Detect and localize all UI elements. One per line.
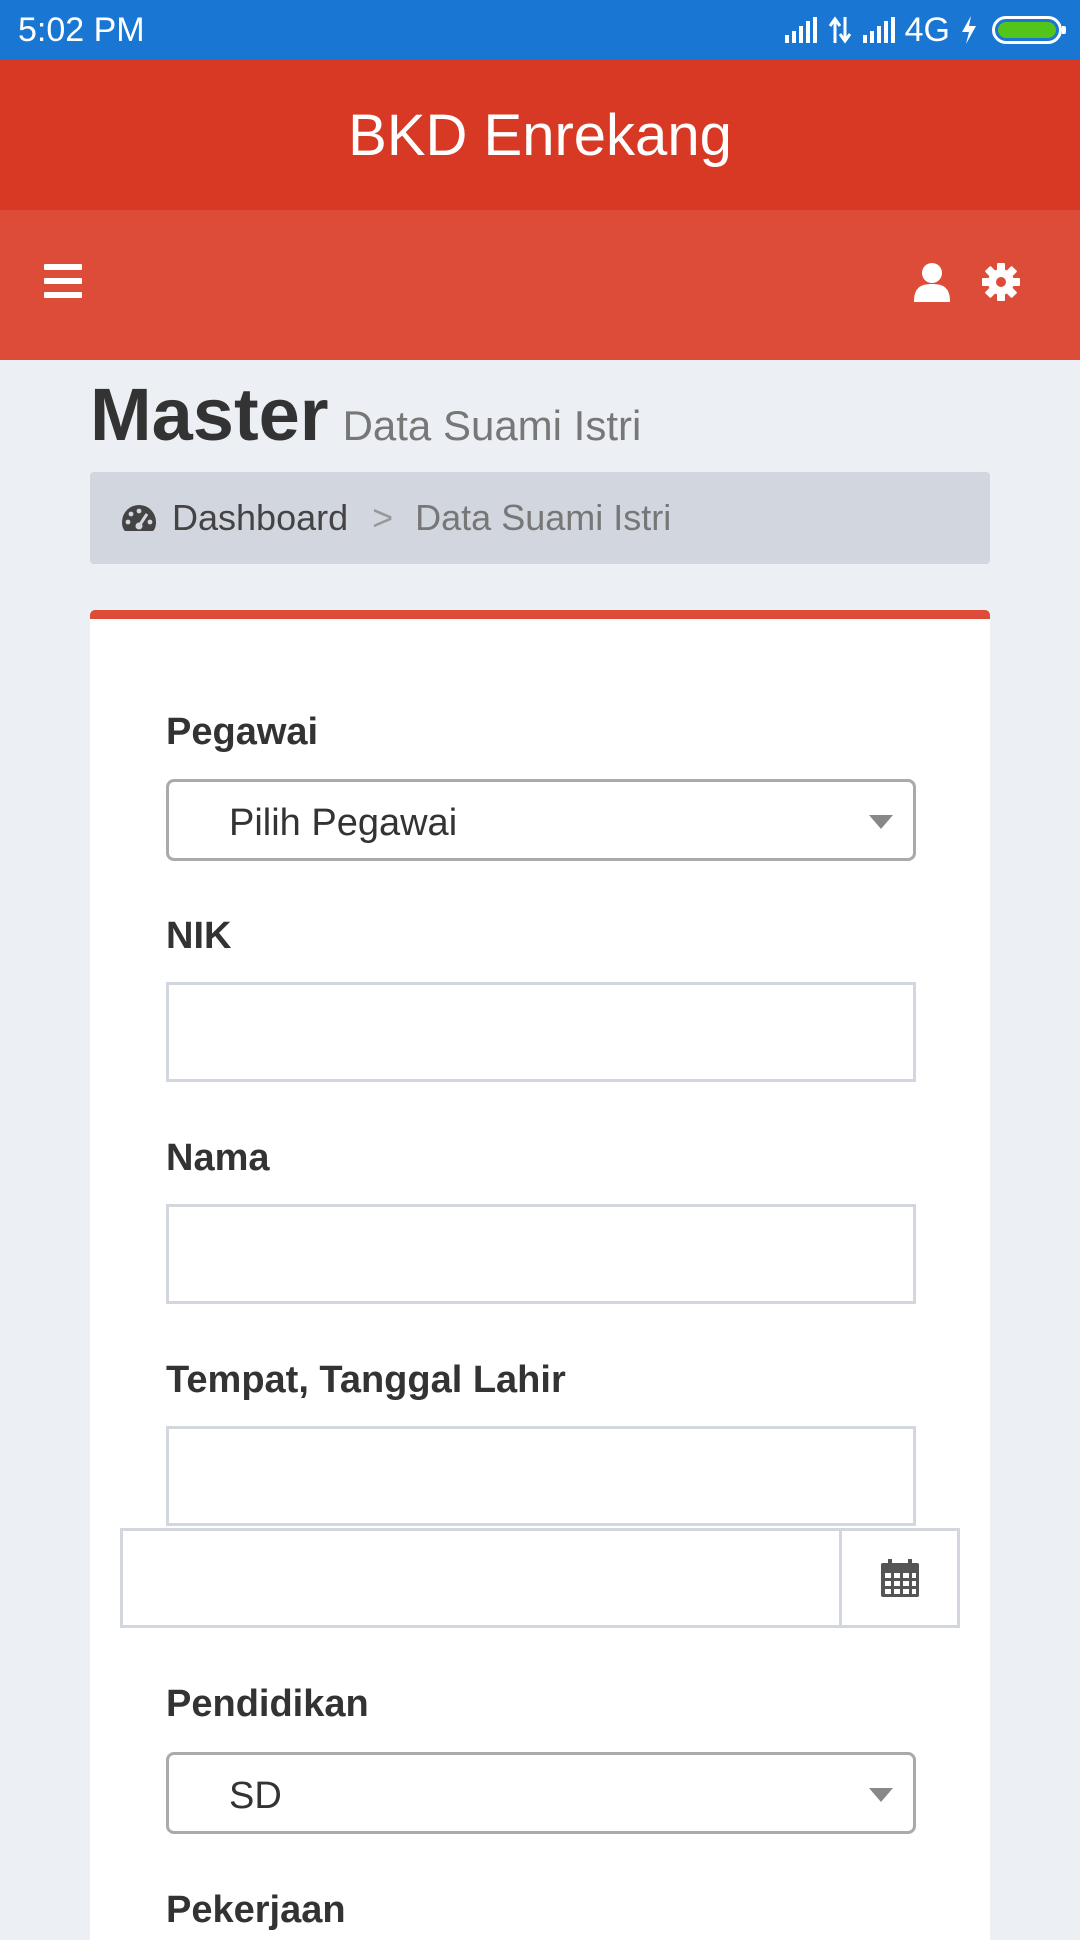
pekerjaan-label: Pekerjaan — [166, 1889, 346, 1931]
nama-label: Nama — [166, 1137, 270, 1179]
signal-icon-2 — [862, 17, 895, 43]
battery-icon — [992, 16, 1066, 44]
nik-label: NIK — [166, 915, 232, 957]
breadcrumb-separator: > — [372, 497, 394, 538]
ttl-label: Tempat, Tanggal Lahir — [166, 1359, 566, 1401]
signal-icon — [784, 17, 817, 43]
calendar-icon — [880, 1559, 919, 1597]
pegawai-label: Pegawai — [166, 711, 319, 753]
chevron-down-icon — [869, 1788, 893, 1802]
page-subtitle: Data Suami Istri — [342, 402, 642, 449]
nama-input[interactable] — [166, 1204, 916, 1304]
app-header: BKD Enrekang — [0, 60, 1080, 210]
pendidikan-selected-value: SD — [229, 1775, 282, 1817]
breadcrumb-home-link[interactable]: Dashboard — [120, 497, 348, 539]
network-type: 4G — [904, 10, 950, 49]
date-picker-button[interactable] — [839, 1531, 957, 1625]
gear-icon[interactable] — [981, 262, 1021, 302]
pegawai-selected-value: Pilih Pegawai — [229, 802, 458, 844]
status-icons: 4G — [784, 10, 1066, 50]
top-navbar — [0, 210, 1080, 360]
pendidikan-label: Pendidikan — [166, 1683, 369, 1725]
content-header: Master Data Suami Istri — [90, 372, 990, 457]
dashboard-gauge-icon — [122, 505, 156, 531]
breadcrumb-current: Data Suami Istri — [415, 497, 672, 538]
user-icon[interactable] — [912, 262, 952, 302]
tanggal-lahir-input[interactable] — [120, 1528, 960, 1628]
status-bar: 5:02 PM 4G — [0, 0, 1080, 60]
nik-input[interactable] — [166, 982, 916, 1082]
form-box: Pegawai Pilih Pegawai NIK Nama Tempat, T… — [90, 610, 990, 1940]
app-title: BKD Enrekang — [348, 102, 732, 168]
breadcrumb: Dashboard > Data Suami Istri — [90, 472, 990, 564]
status-time: 5:02 PM — [18, 10, 145, 49]
pendidikan-select[interactable]: SD — [166, 1752, 916, 1834]
data-transfer-icon — [828, 16, 851, 44]
charging-icon — [962, 16, 976, 44]
page-title: Master — [90, 373, 329, 456]
chevron-down-icon — [869, 815, 893, 829]
pegawai-select[interactable]: Pilih Pegawai — [166, 779, 916, 861]
tempat-lahir-input[interactable] — [166, 1426, 916, 1526]
hamburger-menu-icon[interactable] — [44, 264, 82, 298]
breadcrumb-home-label: Dashboard — [172, 497, 349, 538]
